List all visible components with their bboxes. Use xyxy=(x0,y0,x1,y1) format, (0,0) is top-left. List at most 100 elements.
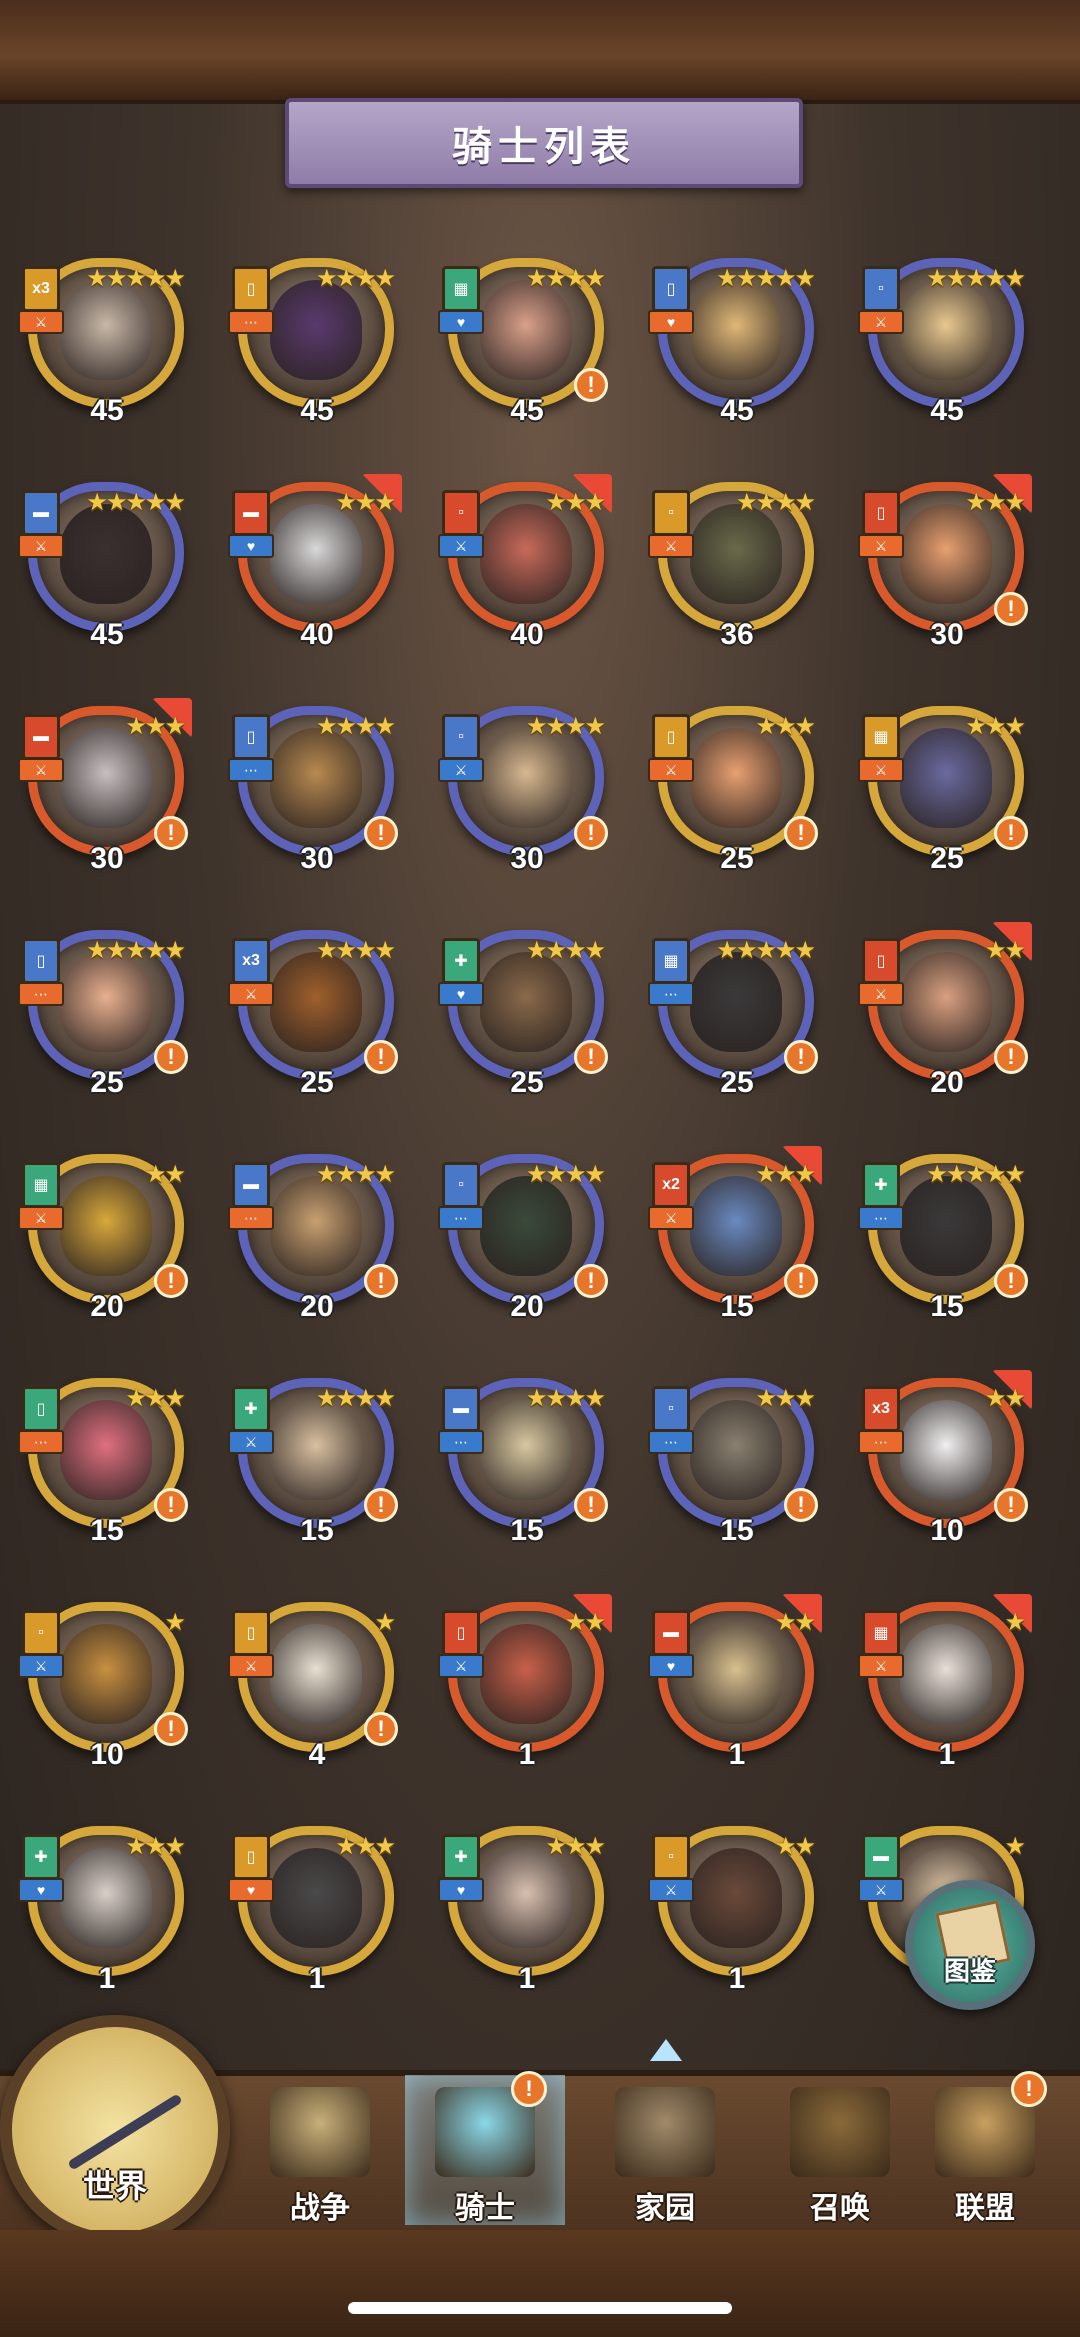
nav-tab-label: 联盟 xyxy=(955,2192,1015,2225)
title-banner: 骑士列表 xyxy=(285,98,803,188)
alert-icon: ! xyxy=(994,1040,1028,1074)
knight-portrait xyxy=(270,1624,362,1724)
knight-level: 1 xyxy=(728,1738,746,1771)
role-icon: ⚔ xyxy=(858,310,904,334)
nav-tab-1[interactable]: 骑士! xyxy=(405,2071,565,2225)
knight-card[interactable]: ★★★★★ ▦ ⋯ 25! xyxy=(648,930,822,1110)
role-icon: ⚔ xyxy=(648,1878,694,1902)
knight-card[interactable]: ★★★ ✚ ♥ 1 xyxy=(18,1826,192,2006)
knight-level: 45 xyxy=(720,394,754,427)
star-rating: ★★★★ xyxy=(525,937,606,964)
knight-card[interactable]: ★★★★★ x3 ⚔ 45 xyxy=(18,258,192,438)
star-rating: ★★★ xyxy=(125,1833,186,1860)
home-indicator[interactable] xyxy=(348,2302,732,2314)
knight-portrait xyxy=(480,1624,572,1724)
knight-portrait xyxy=(480,1400,572,1500)
knight-card[interactable]: ★ ▯ ⚔ 4! xyxy=(228,1602,402,1782)
star-rating: ★★★★★ xyxy=(926,1161,1026,1188)
knight-portrait xyxy=(900,504,992,604)
knight-card[interactable]: ★★★★ ▫ ⋯ 20! xyxy=(438,1154,612,1334)
world-compass-button[interactable]: 世界 xyxy=(0,2015,230,2245)
star-rating: ★★★★ xyxy=(315,1161,396,1188)
knight-card[interactable]: ★★★ ✚ ♥ 1 xyxy=(438,1826,612,2006)
role-icon: ♥ xyxy=(228,534,274,558)
knight-card[interactable]: ★★★★ ✚ ♥ 25! xyxy=(438,930,612,1110)
star-rating: ★ xyxy=(374,1609,395,1636)
alert-icon: ! xyxy=(154,1712,188,1746)
knight-card[interactable]: ★★★★ ✚ ⚔ 15! xyxy=(228,1378,402,1558)
knight-card[interactable]: ★★★ ▬ ♥ 40 xyxy=(228,474,402,662)
knight-card[interactable]: ★★★★★ ▯ ⋯ 25! xyxy=(18,930,192,1110)
class-icon: x3 xyxy=(22,266,60,312)
knight-card[interactable]: ★★★ x2 ⚔ 15! xyxy=(648,1146,822,1334)
knight-card[interactable]: ★★ ▬ ♥ 1 xyxy=(648,1594,822,1782)
knight-portrait xyxy=(900,280,992,380)
class-icon: ▬ xyxy=(22,490,60,536)
role-icon: ⚔ xyxy=(18,1654,64,1678)
knight-card[interactable]: ★★ ▦ ⚔ 20! xyxy=(18,1154,192,1334)
compass-needle-icon xyxy=(67,2093,183,2171)
knight-card[interactable]: ★★★★ ▯ ⋯ 45 xyxy=(228,258,402,438)
knight-card[interactable]: ★★ x3 ⋯ 10! xyxy=(858,1370,1032,1558)
up-arrow-icon xyxy=(650,2039,682,2061)
knight-card[interactable]: ★★★ ▦ ⚔ 25! xyxy=(858,706,1032,886)
class-icon: ▫ xyxy=(862,266,900,312)
role-icon: ⚔ xyxy=(858,982,904,1006)
knight-portrait xyxy=(270,280,362,380)
star-rating: ★★★ xyxy=(335,1833,396,1860)
star-rating: ★★★★★ xyxy=(716,937,816,964)
knight-card[interactable]: ★★★★★ ▯ ♥ 45 xyxy=(648,258,822,438)
role-icon: ♥ xyxy=(18,1878,64,1902)
star-rating: ★★ xyxy=(984,1385,1026,1412)
nav-tab-4[interactable]: 联盟! xyxy=(905,2071,1065,2225)
class-icon: ▯ xyxy=(232,714,270,760)
knight-card[interactable]: ★★★★ ▬ ⋯ 15! xyxy=(438,1378,612,1558)
class-icon: ▯ xyxy=(652,714,690,760)
knight-card[interactable]: ★★ ▯ ⚔ 1 xyxy=(438,1594,612,1782)
nav-tab-2[interactable]: 家园 xyxy=(585,2039,745,2225)
knight-portrait xyxy=(480,952,572,1052)
knight-level: 45 xyxy=(300,394,334,427)
knight-card[interactable]: ★ ▫ ⚔ 10! xyxy=(18,1602,192,1782)
bottom-wood-bar xyxy=(0,2230,1080,2337)
class-icon: ▫ xyxy=(652,490,690,536)
knight-card[interactable]: ★★★ ▯ ♥ 1 xyxy=(228,1826,402,2006)
knight-card[interactable]: ★★★★ ▫ ⚔ 36 xyxy=(648,482,822,662)
alert-icon: ! xyxy=(994,592,1028,626)
class-icon: ▬ xyxy=(652,1610,690,1656)
class-icon: ▬ xyxy=(22,714,60,760)
knight-card[interactable]: ★★ ▫ ⚔ 1 xyxy=(648,1826,822,2006)
knight-level: 1 xyxy=(518,1738,536,1771)
knight-card[interactable]: ★★★ ▬ ⚔ 30! xyxy=(18,698,192,886)
knight-card[interactable]: ★★★ ▯ ⚔ 25! xyxy=(648,706,822,886)
role-icon: ⚔ xyxy=(858,1654,904,1678)
role-icon: ⋯ xyxy=(438,1430,484,1454)
role-icon: ⚔ xyxy=(648,758,694,782)
knight-card[interactable]: ★ ▦ ⚔ 1 xyxy=(858,1594,1032,1782)
knight-card[interactable]: ★★★ ▫ ⋯ 15! xyxy=(648,1378,822,1558)
role-icon: ⚔ xyxy=(228,1430,274,1454)
knight-card[interactable]: ★★★★ ▬ ⋯ 20! xyxy=(228,1154,402,1334)
knight-card[interactable]: ★★★ ▯ ⚔ 30! xyxy=(858,474,1032,662)
role-icon: ⋯ xyxy=(648,1430,694,1454)
knight-card[interactable]: ★★★★ x3 ⚔ 25! xyxy=(228,930,402,1110)
codex-button[interactable]: 图鉴 xyxy=(905,1880,1035,2010)
class-icon: ▦ xyxy=(862,714,900,760)
knight-card[interactable]: ★★★★★ ✚ ⋯ 15! xyxy=(858,1154,1032,1334)
knight-level: 40 xyxy=(300,618,334,651)
knight-portrait xyxy=(270,1176,362,1276)
knight-card[interactable]: ★★★ ▯ ⋯ 15! xyxy=(18,1378,192,1558)
nav-tab-0[interactable]: 战争 xyxy=(240,2075,400,2225)
knight-card[interactable]: ★★★★ ▫ ⚔ 30! xyxy=(438,706,612,886)
class-icon: ▦ xyxy=(652,938,690,984)
knight-card[interactable]: ★★★ ▫ ⚔ 40 xyxy=(438,474,612,662)
nav-tab-3[interactable]: 召唤 xyxy=(760,2075,920,2225)
knight-card[interactable]: ★★★★★ ▫ ⚔ 45 xyxy=(858,258,1032,438)
class-icon: ✚ xyxy=(442,938,480,984)
knight-card[interactable]: ★★ ▯ ⚔ 20! xyxy=(858,922,1032,1110)
knight-card[interactable]: ★★★★ ▦ ♥ 45! xyxy=(438,258,612,438)
knight-card[interactable]: ★★★★ ▯ ⋯ 30! xyxy=(228,706,402,886)
knight-card[interactable]: ★★★★★ ▬ ⚔ 45 xyxy=(18,482,192,662)
knight-portrait xyxy=(60,952,152,1052)
nav-tab-label: 骑士 xyxy=(455,2192,515,2225)
